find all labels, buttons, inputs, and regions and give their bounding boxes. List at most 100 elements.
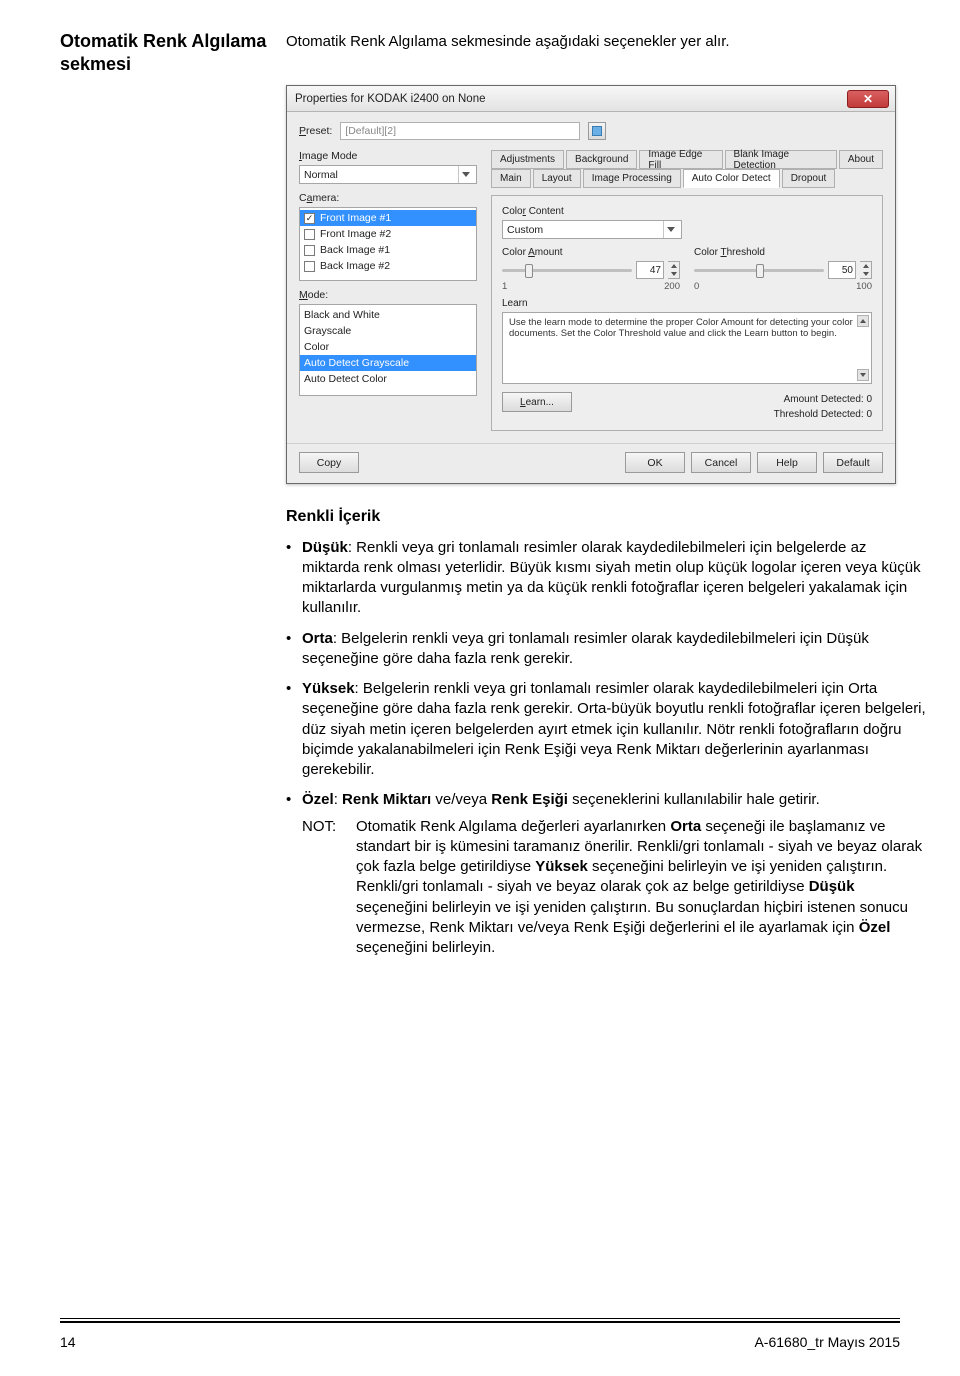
threshold-detected-value: 0 (866, 409, 872, 420)
camera-item[interactable]: Front Image #1 (300, 210, 476, 226)
tab-panel: Color Content Custom Color Amount (491, 195, 883, 431)
camera-item[interactable]: Back Image #2 (300, 258, 476, 274)
item-label: Düşük (302, 539, 348, 556)
list-item: Yüksek: Belgelerin renkli veya gri tonla… (286, 679, 926, 780)
tab-adjustments[interactable]: Adjustments (491, 150, 564, 169)
doc-id: A-61680_tr Mayıs 2015 (754, 1334, 900, 1350)
preset-value: [Default][2] (345, 125, 396, 137)
scroll-down-button[interactable] (857, 369, 869, 381)
color-threshold-slider[interactable] (694, 269, 824, 272)
tab-image-edge-fill[interactable]: Image Edge Fill (639, 150, 722, 169)
tab-background[interactable]: Background (566, 150, 637, 169)
camera-item[interactable]: Front Image #2 (300, 226, 476, 242)
tab-label: Background (575, 154, 628, 165)
checkbox-icon[interactable] (304, 261, 315, 272)
item-label: Yüksek (302, 680, 355, 697)
note-bold: Yüksek (535, 858, 588, 875)
help-button[interactable]: Help (757, 452, 817, 473)
btn-label: Cancel (705, 457, 738, 469)
color-amount-input[interactable]: 47 (636, 261, 664, 279)
mode-item-label: Grayscale (304, 325, 351, 337)
mode-item[interactable]: Auto Detect Color (300, 371, 476, 387)
learn-button[interactable]: Learn... (502, 392, 572, 412)
tab-auto-color-detect[interactable]: Auto Color Detect (683, 169, 780, 188)
color-threshold-spinner[interactable] (860, 261, 872, 279)
btn-label: Default (836, 457, 869, 469)
tab-blank-image-detection[interactable]: Blank Image Detection (725, 150, 837, 169)
color-content-combo[interactable]: Custom (502, 220, 682, 239)
chevron-down-icon (663, 221, 677, 238)
range-max: 200 (664, 281, 680, 292)
preset-label: Preset: (299, 125, 332, 137)
color-threshold-value: 50 (842, 265, 853, 276)
default-button[interactable]: Default (823, 452, 883, 473)
page-number: 14 (60, 1334, 76, 1350)
preset-save-button[interactable] (588, 122, 606, 140)
range-min: 1 (502, 281, 507, 292)
tab-main[interactable]: Main (491, 169, 531, 188)
item-bold: Renk Eşiği (491, 791, 568, 808)
close-button[interactable]: ✕ (847, 90, 889, 108)
tab-label: About (848, 154, 874, 165)
note-bold: Özel (859, 919, 891, 936)
checkbox-icon[interactable] (304, 229, 315, 240)
note-bold: Orta (670, 818, 701, 835)
preset-field[interactable]: [Default][2] (340, 122, 580, 140)
color-content-label: Color Content (502, 206, 872, 217)
checkbox-icon[interactable] (304, 245, 315, 256)
item-text: seçeneklerini kullanılabilir hale getiri… (568, 791, 820, 808)
range-max: 100 (856, 281, 872, 292)
chevron-down-icon (458, 166, 472, 183)
mode-listbox[interactable]: Black and White Grayscale Color Auto Det… (299, 304, 477, 396)
range-min: 0 (694, 281, 699, 292)
color-amount-spinner[interactable] (668, 261, 680, 279)
camera-label: Camera: (299, 192, 477, 204)
btn-label: Copy (317, 457, 342, 469)
tab-label: Main (500, 173, 522, 184)
item-bold: Renk Miktarı (342, 791, 431, 808)
camera-item[interactable]: Back Image #1 (300, 242, 476, 258)
mode-item[interactable]: Color (300, 339, 476, 355)
btn-label: Help (776, 457, 798, 469)
scroll-up-button[interactable] (857, 315, 869, 327)
checkbox-icon[interactable] (304, 213, 315, 224)
color-content-value: Custom (507, 224, 543, 236)
color-amount-value: 47 (650, 265, 661, 276)
tab-dropout[interactable]: Dropout (782, 169, 836, 188)
section-heading-left: Otomatik Renk Algılama sekmesi (60, 30, 270, 75)
threshold-detected-label: Threshold Detected: (774, 409, 864, 420)
ok-button[interactable]: OK (625, 452, 685, 473)
mode-item[interactable]: Black and White (300, 307, 476, 323)
tab-label: Dropout (791, 173, 827, 184)
amount-detected-value: 0 (866, 394, 872, 405)
item-label: Orta (302, 630, 333, 647)
image-mode-combo[interactable]: Normal (299, 165, 477, 184)
color-threshold-input[interactable]: 50 (828, 261, 856, 279)
tab-about[interactable]: About (839, 150, 883, 169)
color-amount-label: Color Amount (502, 247, 680, 258)
mode-item[interactable]: Auto Detect Grayscale (300, 355, 476, 371)
mode-item[interactable]: Grayscale (300, 323, 476, 339)
cancel-button[interactable]: Cancel (691, 452, 751, 473)
item-text: ve/veya (431, 791, 491, 808)
camera-item-label: Front Image #2 (320, 228, 391, 240)
camera-listbox[interactable]: Front Image #1 Front Image #2 Back Image… (299, 207, 477, 281)
body-content: Renkli İçerik Düşük: Renkli veya gri ton… (286, 506, 926, 958)
tab-image-processing[interactable]: Image Processing (583, 169, 681, 188)
mode-item-label: Black and White (304, 309, 380, 321)
learn-text-content: Use the learn mode to determine the prop… (509, 317, 853, 339)
mode-item-label: Auto Detect Grayscale (304, 357, 409, 369)
learn-textarea[interactable]: Use the learn mode to determine the prop… (502, 312, 872, 384)
color-amount-slider[interactable] (502, 269, 632, 272)
note-label: NOT: (302, 817, 336, 837)
tab-layout[interactable]: Layout (533, 169, 581, 188)
btn-label: OK (647, 457, 662, 469)
screenshot-dialog: Properties for KODAK i2400 on None ✕ Pre… (286, 85, 896, 484)
item-label: Özel (302, 791, 334, 808)
list-item: Düşük: Renkli veya gri tonlamalı resimle… (286, 538, 926, 619)
copy-button[interactable]: Copy (299, 452, 359, 473)
learn-label: Learn (502, 298, 872, 309)
dialog-titlebar[interactable]: Properties for KODAK i2400 on None ✕ (287, 86, 895, 112)
note-block: NOT: Otomatik Renk Algılama değerleri ay… (302, 817, 926, 959)
item-text: : (334, 791, 342, 808)
